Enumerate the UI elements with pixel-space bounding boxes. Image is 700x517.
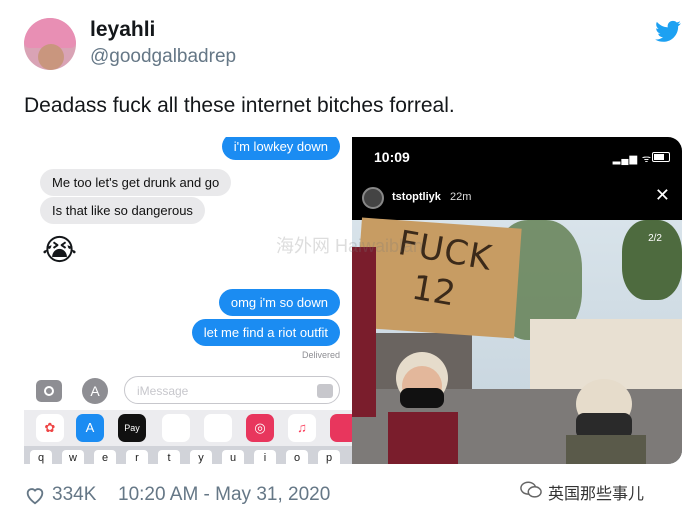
key[interactable]: i [254, 450, 276, 464]
close-icon[interactable]: ✕ [655, 185, 670, 206]
imessage-placeholder: iMessage [137, 384, 189, 398]
story-avatar[interactable] [362, 187, 384, 209]
sent-bubble: let me find a riot outfit [191, 319, 340, 346]
imessage-screenshot: i'm lowkey down Me too let's get drunk a… [24, 137, 352, 464]
memoji-app-icon[interactable]: 😊 [204, 414, 232, 442]
key[interactable]: o [286, 450, 308, 464]
apple-pay-label: Pay [124, 423, 140, 433]
avatar-face [38, 44, 64, 70]
apple-pay-app-icon[interactable]: Pay [118, 414, 146, 442]
camera-icon[interactable] [36, 380, 62, 402]
key[interactable]: w [62, 450, 84, 464]
key[interactable]: q [30, 450, 52, 464]
app-drawer: ✿ A Pay 🐵 😊 ◎ ♫ [24, 410, 352, 446]
monkey-sticker-app-icon[interactable]: 🐵 [162, 414, 190, 442]
story-photo-tree [622, 220, 682, 300]
delivered-label: Delivered [301, 350, 340, 360]
story-page-indicator: 2/2 [648, 233, 662, 244]
audio-waveform-icon[interactable] [317, 384, 333, 398]
story-username[interactable]: tstoptliyk [392, 191, 441, 203]
heart-icon[interactable] [24, 484, 46, 506]
protest-sign-text: 12 [408, 267, 459, 315]
watermark: 海外网 Haiwaiblan [276, 236, 424, 256]
wechat-icon [520, 481, 542, 498]
battery-icon [652, 152, 670, 162]
tweet-datetime[interactable]: 10:20 AM - May 31, 2020 [118, 484, 330, 506]
music-app-icon[interactable]: ♫ [288, 414, 316, 442]
received-bubble: Me too let's get drunk and go [40, 169, 232, 196]
story-screenshot: FUCK 12 10:09 ▂▄▆ ᯤ tstoptliyk 22m ✕ 2/2 [352, 137, 682, 464]
sent-bubble: omg i'm so down [218, 289, 340, 316]
story-age: 22m [450, 191, 472, 203]
status-time: 10:09 [374, 149, 410, 165]
avatar[interactable] [24, 18, 76, 70]
person-bandana [566, 379, 646, 464]
app-store-icon[interactable]: A [82, 378, 108, 404]
display-name[interactable]: leyahli [90, 18, 155, 42]
crying-emoji: 😭 [42, 234, 78, 267]
key[interactable]: p [318, 450, 340, 464]
sent-bubble: i'm lowkey down [221, 137, 340, 160]
twitter-bird-icon[interactable] [654, 18, 682, 46]
signal-wifi-icon: ▂▄▆ ᯤ [612, 154, 652, 165]
raised-arm [352, 247, 376, 417]
search-images-app-icon[interactable]: ◎ [246, 414, 274, 442]
tweet-text: Deadass fuck all these internet bitches … [24, 94, 455, 117]
photos-app-icon[interactable]: ✿ [36, 414, 64, 442]
key[interactable]: y [190, 450, 212, 464]
person-masked [388, 352, 458, 464]
key[interactable]: r [126, 450, 148, 464]
user-handle[interactable]: @goodgalbadrep [90, 46, 236, 68]
like-count: 334K [52, 484, 97, 505]
brand-label: 英国那些事儿 [548, 486, 645, 503]
key[interactable]: u [222, 450, 244, 464]
keyboard: q w e r t y u i o p [24, 446, 352, 464]
received-bubble: Is that like so dangerous [40, 197, 205, 224]
app-store-app-icon[interactable]: A [76, 414, 104, 442]
message-input-row: A iMessage [24, 374, 352, 410]
more-app-icon[interactable] [330, 414, 352, 442]
imessage-input[interactable]: iMessage [124, 376, 340, 404]
key[interactable]: t [158, 450, 180, 464]
key[interactable]: e [94, 450, 116, 464]
